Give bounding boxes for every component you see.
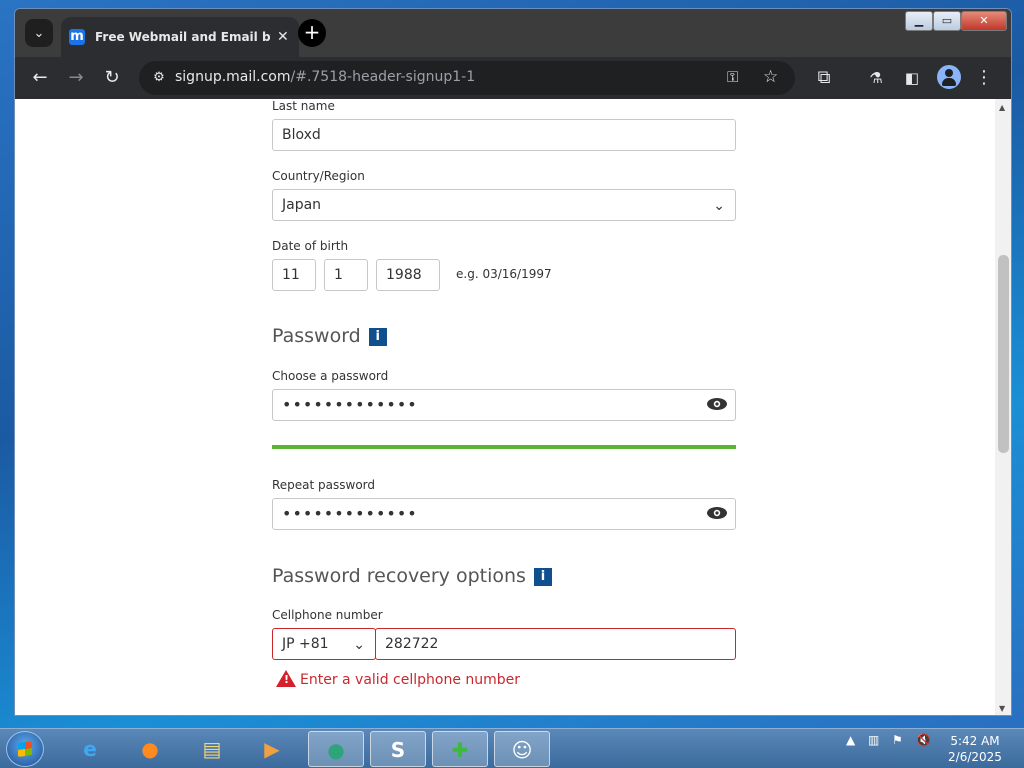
url-path: /#.7518-header-signup1-1 [290,69,476,85]
cellphone-field[interactable]: 282722 [375,628,736,660]
network-icon[interactable]: ▥ [868,733,879,747]
dob-day-field[interactable]: 1 [324,259,368,291]
scroll-down-arrow-icon[interactable]: ▼ [999,704,1005,713]
repeat-password-value: ••••••••••••• [282,504,418,523]
dob-hint: e.g. 03/16/1997 [456,267,552,281]
signup-page: Last name Bloxd Country/Region Japan ⌄ D… [15,99,995,715]
maximize-button[interactable]: ▭ [933,11,961,31]
tab-title: Free Webmail and Email by mail.com [95,30,271,44]
browser-window: ⌄ m Free Webmail and Email by mail.com ✕… [14,8,1012,716]
url-host: signup.mail.com [175,69,291,85]
show-password-eye-icon[interactable] [707,398,727,410]
tab-strip: ⌄ m Free Webmail and Email by mail.com ✕… [15,9,1011,57]
password-heading-text: Password [272,325,361,347]
warning-icon [276,670,296,687]
recovery-info-icon[interactable]: i [533,568,552,586]
choose-password-field[interactable]: ••••••••••••• [272,389,736,421]
back-button[interactable]: ← [27,65,53,91]
page-scrollbar[interactable]: ▲ ▼ [995,99,1011,715]
scrollbar-thumb[interactable] [998,255,1009,453]
new-tab-button[interactable]: + [298,19,326,47]
tab-close-icon[interactable]: ✕ [277,29,289,45]
dob-label: Date of birth [272,239,349,253]
browser-toolbar: ← → ↻ ⚙ signup.mail.com/#.7518-header-si… [15,57,1011,99]
address-bar[interactable]: ⚙ signup.mail.com/#.7518-header-signup1-… [139,61,795,95]
labs-flask-icon[interactable]: ⚗ [863,65,889,91]
recovery-heading: Password recovery options i [272,565,552,587]
choose-password-value: ••••••••••••• [282,395,418,414]
tab-search-button[interactable]: ⌄ [25,19,53,47]
country-code-value: JP +81 [282,636,329,652]
password-strength-bar [272,445,736,449]
choose-password-label: Choose a password [272,369,389,383]
tab-active[interactable]: m Free Webmail and Email by mail.com ✕ [61,17,299,57]
last-name-field[interactable]: Bloxd [272,119,736,151]
media-player-icon[interactable]: ▶ [244,731,300,767]
site-info-icon[interactable]: ⚙ [149,68,169,88]
bookmark-star-icon[interactable]: ☆ [763,67,778,87]
minimize-button[interactable]: ▁ [905,11,933,31]
mail-favicon-icon: m [69,29,85,45]
dob-month-field[interactable]: 11 [272,259,316,291]
password-heading: Password i [272,325,387,347]
repeat-password-field[interactable]: ••••••••••••• [272,498,736,530]
country-code-select[interactable]: JP +81 ⌄ [272,628,376,660]
app-plus-icon[interactable]: ✚ [432,731,488,767]
cellphone-error: Enter a valid cellphone number [276,670,520,688]
firefox-icon[interactable]: ● [122,731,178,767]
extensions-icon[interactable]: ⧉ [811,65,837,91]
show-hidden-icons-icon[interactable]: ▲ [846,733,855,747]
clock-time: 5:42 AM [950,734,1000,748]
volume-muted-icon[interactable]: 🔇 [916,733,931,747]
chevron-down-icon: ⌄ [353,637,365,653]
menu-kebab-icon[interactable]: ⋮ [971,65,997,91]
contacts-icon[interactable]: ☺ [494,731,550,767]
app-green-circle-icon[interactable]: ● [308,731,364,767]
file-explorer-icon[interactable]: ▤ [184,731,240,767]
chevron-down-icon: ⌄ [713,198,725,214]
reload-button[interactable]: ↻ [99,65,125,91]
recovery-heading-text: Password recovery options [272,565,526,587]
url-text[interactable]: signup.mail.com/#.7518-header-signup1-1 [175,69,475,85]
forward-button[interactable]: → [63,65,89,91]
dob-year-field[interactable]: 1988 [376,259,440,291]
profile-avatar-icon[interactable] [937,65,961,89]
show-repeat-password-eye-icon[interactable] [707,507,727,519]
clock-date: 2/6/2025 [948,750,1002,764]
start-button[interactable] [6,731,44,767]
country-value: Japan [282,197,322,213]
password-key-icon[interactable]: ⚿ [727,68,738,86]
action-center-flag-icon[interactable]: ⚑ [892,733,903,747]
scroll-up-arrow-icon[interactable]: ▲ [999,103,1005,112]
taskbar: e ● ▤ ▶ ● S ✚ ☺ ▲ ▥ ⚑ 🔇 5:42 AM 2/6/2025 [0,728,1024,768]
country-select[interactable]: Japan ⌄ [272,189,736,221]
cellphone-error-text: Enter a valid cellphone number [300,672,521,688]
skype-icon[interactable]: S [370,731,426,767]
repeat-password-label: Repeat password [272,478,376,492]
side-panel-icon[interactable]: ◧ [899,65,925,91]
password-info-icon[interactable]: i [368,328,387,346]
close-window-button[interactable]: ✕ [961,11,1007,31]
country-label: Country/Region [272,169,365,183]
internet-explorer-icon[interactable]: e [62,731,118,767]
last-name-label: Last name [272,99,335,113]
clock[interactable]: 5:42 AM 2/6/2025 [940,733,1010,765]
cellphone-label: Cellphone number [272,608,383,622]
